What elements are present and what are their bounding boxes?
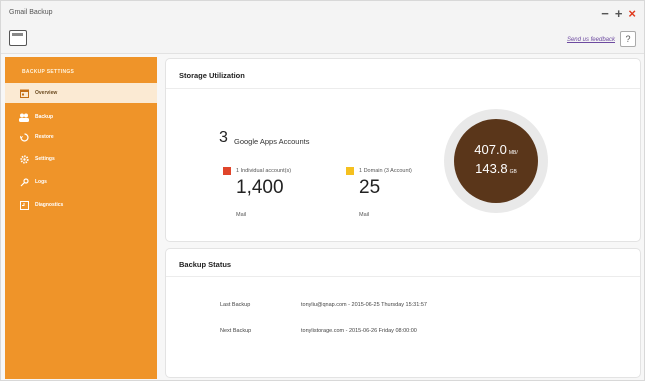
individual-legend-label: 1 Individual account(s) — [236, 168, 292, 174]
sidebar-item-label: Settings — [35, 156, 55, 162]
diagnostics-icon — [19, 200, 29, 210]
sidebar-item-label: Diagnostics — [35, 202, 64, 208]
feedback-link[interactable]: Send us feedback — [567, 37, 615, 43]
window-title: Gmail Backup — [9, 9, 53, 16]
sidebar-item-logs[interactable]: Logs — [5, 172, 157, 192]
maximize-button[interactable]: + — [615, 6, 623, 21]
storage-total-value: 143.8 — [475, 161, 508, 176]
next-backup-value: tonylistorage.com - 2015-06-26 Friday 08… — [301, 328, 417, 334]
individual-mail-count: 1,400 — [236, 177, 284, 198]
domain-mail-label: Mail — [359, 212, 370, 218]
account-count: 3 — [219, 129, 228, 146]
individual-mail-label: Mail — [236, 212, 247, 218]
people-icon — [19, 112, 29, 122]
sidebar-item-settings[interactable]: Settings — [5, 149, 157, 169]
storage-used-unit: MB/ — [508, 150, 518, 156]
close-button[interactable]: × — [628, 6, 636, 21]
title-bar: Gmail Backup − + × Send us feedback ? — [1, 1, 644, 54]
sidebar-item-backup[interactable]: Backup — [5, 107, 157, 127]
storage-used-value: 407.0 — [474, 142, 507, 157]
last-backup-label: Last Backup — [220, 302, 251, 308]
sidebar-item-label: Restore — [35, 134, 54, 140]
sidebar-item-overview[interactable]: Overview — [5, 83, 157, 103]
calendar-icon — [19, 88, 29, 98]
panel-divider — [166, 276, 640, 277]
backup-status-panel: Backup Status Last Backup tonyliu@qnap.c… — [165, 248, 641, 378]
sidebar-item-label: Backup — [35, 114, 54, 120]
sidebar: BACKUP SETTINGS Overview Backup Restore … — [5, 57, 157, 379]
app-menu-icon[interactable] — [9, 30, 27, 46]
panel-title: Backup Status — [179, 260, 232, 269]
window-controls: − + × — [601, 6, 636, 21]
sidebar-header: BACKUP SETTINGS — [22, 69, 75, 75]
storage-gauge: 407.0 MB/ 143.8 GB — [444, 109, 548, 213]
gear-icon — [19, 154, 29, 164]
panel-divider — [166, 88, 640, 89]
domain-legend-swatch — [346, 167, 354, 175]
sidebar-item-label: Logs — [35, 179, 47, 185]
key-icon — [19, 177, 29, 187]
storage-total-line: 143.8 GB — [454, 161, 538, 176]
storage-utilization-panel: Storage Utilization 3 Google Apps Accoun… — [165, 58, 641, 242]
sidebar-item-label: Overview — [35, 90, 58, 96]
last-backup-value: tonyliu@qnap.com - 2015-06-25 Thursday 1… — [301, 302, 427, 308]
account-count-label: Google Apps Accounts — [234, 137, 310, 146]
sidebar-item-restore[interactable]: Restore — [5, 127, 157, 147]
domain-legend-label: 1 Domain (3 Account) — [359, 168, 412, 174]
panel-title: Storage Utilization — [179, 71, 245, 80]
help-button[interactable]: ? — [620, 31, 636, 47]
app-window: Gmail Backup − + × Send us feedback ? BA… — [0, 0, 645, 381]
restore-icon — [19, 132, 29, 142]
storage-gauge-center: 407.0 MB/ 143.8 GB — [454, 119, 538, 203]
storage-total-unit: GB — [509, 169, 517, 175]
storage-used-line: 407.0 MB/ — [454, 142, 538, 157]
minimize-button[interactable]: − — [601, 6, 609, 21]
next-backup-label: Next Backup — [220, 328, 252, 334]
individual-legend-swatch — [223, 167, 231, 175]
domain-mail-count: 25 — [359, 177, 381, 198]
sidebar-item-diagnostics[interactable]: Diagnostics — [5, 195, 157, 215]
